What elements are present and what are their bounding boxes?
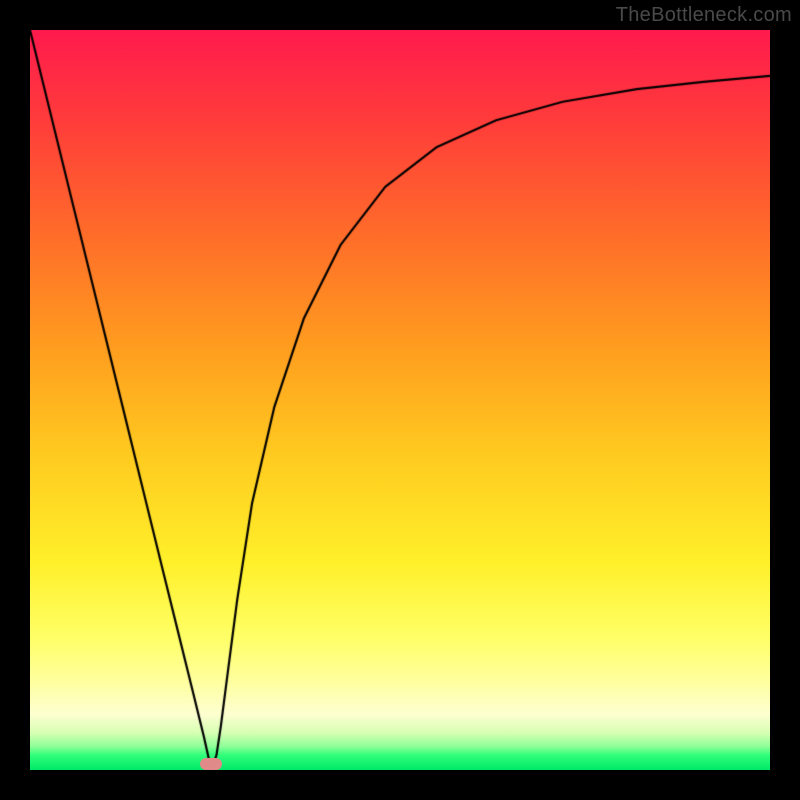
plot-area xyxy=(30,30,770,770)
bottleneck-curve xyxy=(30,30,770,770)
chart-frame: TheBottleneck.com xyxy=(0,0,800,800)
watermark-text: TheBottleneck.com xyxy=(616,4,792,27)
minimum-marker xyxy=(200,758,222,770)
